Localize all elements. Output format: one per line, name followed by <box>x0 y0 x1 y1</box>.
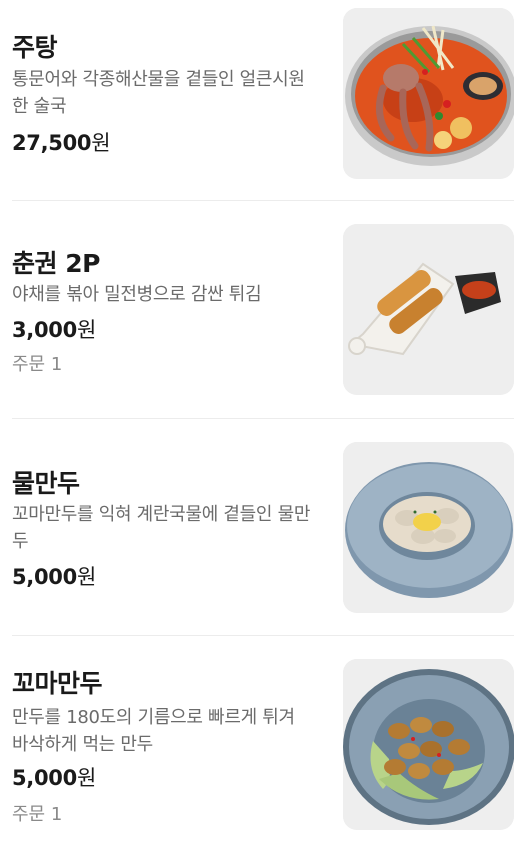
fried-dumpling-photo <box>343 659 514 830</box>
price-unit: 원 <box>76 766 96 790</box>
menu-item-mulmandu[interactable]: 물만두 꼬마만두를 익혀 계란국물에 곁들인 물만두 5,000원 <box>0 419 520 635</box>
menu-item-price: 5,000원 <box>12 762 96 792</box>
menu-item-price: 3,000원 <box>12 314 96 344</box>
order-count: 주문 1 <box>12 804 63 825</box>
dumpling-soup-photo <box>343 442 514 613</box>
price-unit: 원 <box>91 131 111 155</box>
menu-item-name: 물만두 <box>12 469 80 498</box>
spring-roll-photo <box>343 224 514 395</box>
price-number: 3,000 <box>12 318 77 342</box>
menu-item-price: 27,500원 <box>12 127 111 157</box>
menu-item-kkomamandu[interactable]: 꼬마만두 만두를 180도의 기름으로 빠르게 튀겨 바삭하게 먹는 만두 5,… <box>0 636 520 842</box>
price-unit: 원 <box>76 565 96 589</box>
menu-item-description: 야채를 볶아 밀전병으로 감싼 튀김 <box>12 284 262 305</box>
menu-list: 주탕 통문어와 각종해산물을 곁들인 얼큰시원한 술국 27,500원 춘권 2… <box>0 0 520 842</box>
price-number: 5,000 <box>12 766 77 790</box>
menu-item-description: 꼬마만두를 익혀 계란국물에 곁들인 물만두 <box>12 504 311 552</box>
order-count: 주문 1 <box>12 354 63 375</box>
menu-item-chungwon[interactable]: 춘권 2P 야채를 볶아 밀전병으로 감싼 튀김 3,000원 주문 1 <box>0 201 520 418</box>
menu-item-name: 꼬마만두 <box>12 669 103 698</box>
price-unit: 원 <box>76 318 96 342</box>
menu-item-jutang[interactable]: 주탕 통문어와 각종해산물을 곁들인 얼큰시원한 술국 27,500원 <box>0 0 520 200</box>
menu-item-name: 춘권 2P <box>12 249 100 278</box>
seafood-soup-photo <box>343 8 514 179</box>
menu-item-price: 5,000원 <box>12 561 96 591</box>
price-number: 27,500 <box>12 131 92 155</box>
menu-item-name: 주탕 <box>12 33 58 62</box>
menu-item-description: 만두를 180도의 기름으로 빠르게 튀겨 바삭하게 먹는 만두 <box>12 707 295 755</box>
menu-item-description: 통문어와 각종해산물을 곁들인 얼큰시원한 술국 <box>12 69 305 117</box>
price-number: 5,000 <box>12 565 77 589</box>
